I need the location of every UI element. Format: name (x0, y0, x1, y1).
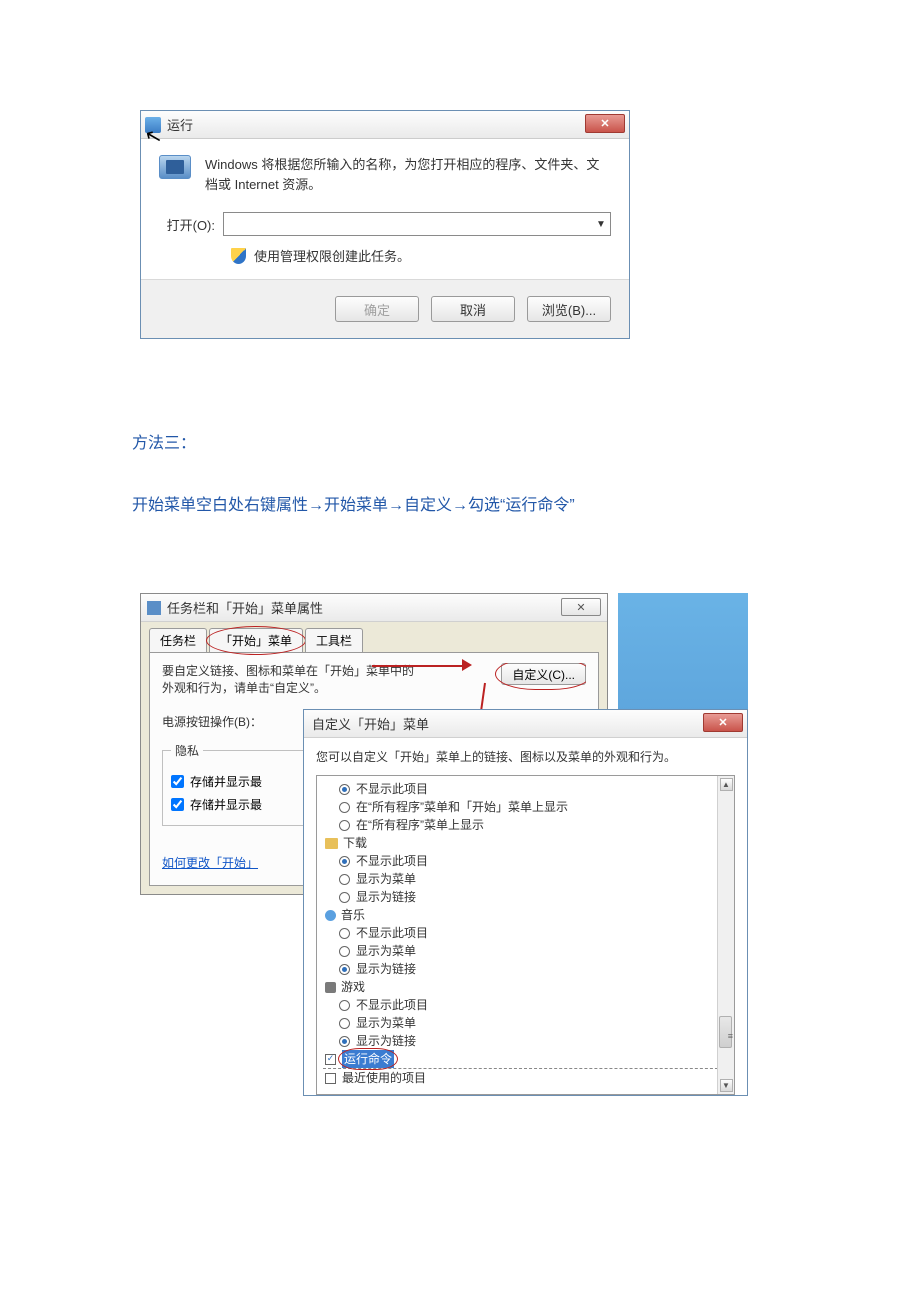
radio-games-opt0[interactable]: 不显示此项目 (323, 996, 728, 1014)
run-titlebar: 运行 ✕ (141, 111, 629, 139)
run-button-bar: 确定 取消 浏览(B)... (141, 279, 629, 338)
music-icon (325, 910, 336, 921)
radio-group0-opt0[interactable]: 不显示此项目 (323, 780, 728, 798)
tab-strip: 任务栏 「开始」菜单 工具栏 (141, 622, 607, 652)
run-program-icon (159, 155, 191, 179)
open-input[interactable] (224, 213, 592, 235)
shield-icon (231, 248, 246, 264)
run-open-row: 打开(O): ▼ (141, 206, 629, 246)
tab-toolbars[interactable]: 工具栏 (305, 628, 363, 652)
props-app-icon (147, 601, 161, 615)
browse-button[interactable]: 浏览(B)... (527, 296, 611, 322)
run-dialog: 运行 ✕ Windows 将根据您所输入的名称，为您打开相应的程序、文件夹、文档… (140, 110, 630, 339)
props-titlebar: 任务栏和「开始」菜单属性 ✕ (141, 594, 607, 622)
open-combobox[interactable]: ▼ (223, 212, 611, 236)
method-description: 开始菜单空白处右键属性→开始菜单→自定义→勾选“运行命令” (132, 491, 920, 515)
cancel-button[interactable]: 取消 (431, 296, 515, 322)
run-body: Windows 将根据您所输入的名称，为您打开相应的程序、文件夹、文档或 Int… (141, 139, 629, 206)
radio-download-opt0[interactable]: 不显示此项目 (323, 852, 728, 870)
cust-titlebar: 自定义「开始」菜单 ✕ (304, 710, 747, 738)
folder-icon (325, 838, 338, 849)
customize-tree: 不显示此项目 在“所有程序”菜单和「开始」菜单上显示 在“所有程序”菜单上显示 … (316, 775, 735, 1095)
radio-music-opt1[interactable]: 显示为菜单 (323, 942, 728, 960)
scroll-mark: ≡ (728, 1031, 733, 1041)
props-close-button[interactable]: ✕ (561, 598, 601, 616)
admin-row: 使用管理权限创建此任务。 (141, 246, 629, 279)
run-title: 运行 (167, 115, 193, 134)
run-description: Windows 将根据您所输入的名称，为您打开相应的程序、文件夹、文档或 Int… (205, 155, 611, 194)
tab-taskbar[interactable]: 任务栏 (149, 628, 207, 652)
cust-title: 自定义「开始」菜单 (312, 714, 429, 733)
cust-description: 您可以自定义「开始」菜单上的链接、图标以及菜单的外观和行为。 (316, 748, 735, 765)
checkbox-store-recent-2[interactable] (171, 798, 184, 811)
instruction-text: 方法三： 开始菜单空白处右键属性→开始菜单→自定义→勾选“运行命令” (132, 429, 920, 515)
ok-button[interactable]: 确定 (335, 296, 419, 322)
privacy-legend: 隐私 (171, 742, 203, 759)
tree-content[interactable]: 不显示此项目 在“所有程序”菜单和「开始」菜单上显示 在“所有程序”菜单上显示 … (317, 776, 734, 1094)
customize-startmenu-dialog: 自定义「开始」菜单 ✕ 您可以自定义「开始」菜单上的链接、图标以及菜单的外观和行… (303, 709, 748, 1096)
game-icon (325, 982, 336, 993)
scroll-down-icon[interactable]: ▼ (720, 1079, 733, 1092)
radio-group0-opt2[interactable]: 在“所有程序”菜单上显示 (323, 816, 728, 834)
cust-close-button[interactable]: ✕ (703, 713, 743, 732)
method-heading: 方法三： (132, 429, 920, 453)
radio-games-opt1[interactable]: 显示为菜单 (323, 1014, 728, 1032)
properties-figure: 任务栏和「开始」菜单属性 ✕ 任务栏 「开始」菜单 工具栏 自定义(C)... … (140, 593, 748, 895)
check-run-command[interactable]: 运行命令 (323, 1050, 728, 1068)
annotation-arrow-1 (372, 659, 472, 673)
dropdown-arrow-icon[interactable]: ▼ (592, 213, 610, 235)
radio-music-opt2[interactable]: 显示为链接 (323, 960, 728, 978)
close-button[interactable]: ✕ (585, 114, 625, 133)
howto-link[interactable]: 如何更改「开始」 (162, 854, 258, 871)
cust-body: 您可以自定义「开始」菜单上的链接、图标以及菜单的外观和行为。 不显示此项目 在“… (304, 738, 747, 1095)
radio-music-opt0[interactable]: 不显示此项目 (323, 924, 728, 942)
checkbox-store-recent-1[interactable] (171, 775, 184, 788)
customize-button[interactable]: 自定义(C)... (501, 663, 586, 685)
radio-download-opt2[interactable]: 显示为链接 (323, 888, 728, 906)
tab-startmenu[interactable]: 「开始」菜单 (209, 628, 303, 652)
tree-scrollbar[interactable]: ▲ ≡ ▼ (717, 776, 734, 1094)
admin-text: 使用管理权限创建此任务。 (254, 246, 410, 265)
customize-button-wrap: 自定义(C)... (501, 663, 586, 685)
props-title: 任务栏和「开始」菜单属性 (167, 598, 323, 617)
open-label: 打开(O): (159, 215, 223, 234)
tree-games: 游戏 (323, 978, 728, 996)
radio-group0-opt1[interactable]: 在“所有程序”菜单和「开始」菜单上显示 (323, 798, 728, 816)
tree-download: 下载 (323, 834, 728, 852)
scroll-up-icon[interactable]: ▲ (720, 778, 733, 791)
check-recent-items[interactable]: 最近使用的项目 (323, 1068, 728, 1087)
radio-games-opt2[interactable]: 显示为链接 (323, 1032, 728, 1050)
tree-music: 音乐 (323, 906, 728, 924)
radio-download-opt1[interactable]: 显示为菜单 (323, 870, 728, 888)
